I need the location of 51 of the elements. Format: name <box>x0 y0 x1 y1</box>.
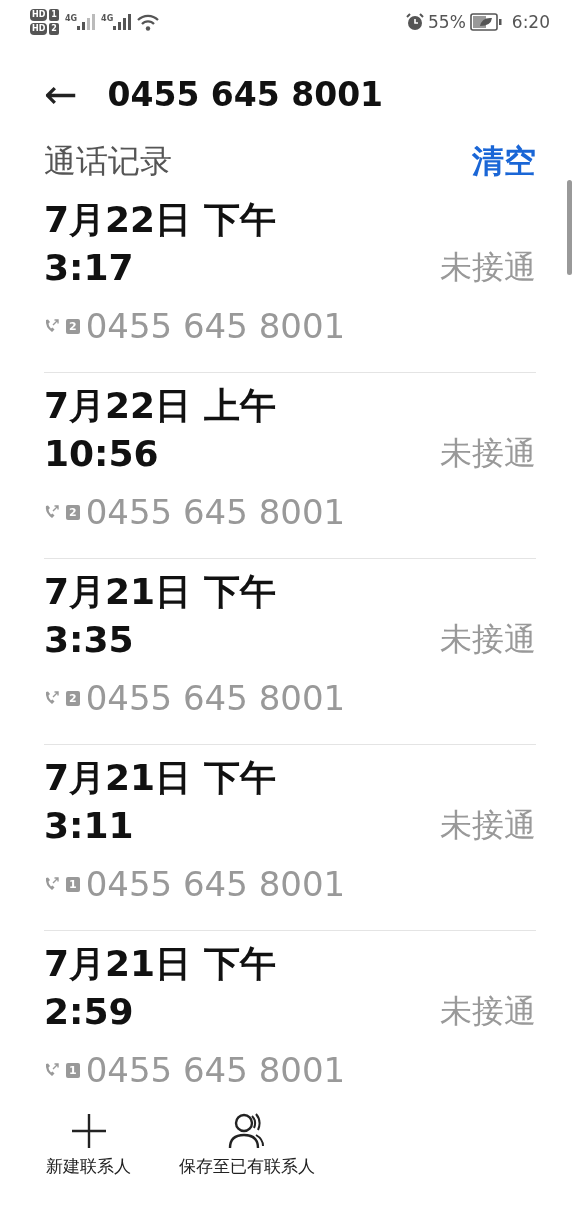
clock-time: 6:20 <box>511 12 550 32</box>
person-icon <box>227 1113 267 1149</box>
call-time: 2:59 <box>44 990 134 1034</box>
sim-slot-badge: 1 <box>66 876 80 892</box>
call-status: 未接通 <box>440 619 536 660</box>
call-number: 0455 645 8001 <box>85 306 346 346</box>
call-status: 未接通 <box>440 805 536 846</box>
signal-icon <box>77 14 96 30</box>
wifi-icon <box>137 13 160 31</box>
call-status: 未接通 <box>440 247 536 288</box>
call-number: 0455 645 8001 <box>85 864 346 904</box>
alarm-icon <box>406 13 424 31</box>
phone-number-title: 0455 645 8001 <box>107 74 384 114</box>
call-date: 7月22日 下午 <box>44 198 277 242</box>
hd-badge: HD <box>30 23 48 35</box>
call-time: 3:17 <box>44 246 134 290</box>
call-number: 0455 645 8001 <box>85 1050 346 1090</box>
sim-slot-badge: 2 <box>66 504 80 520</box>
outgoing-call-icon <box>44 690 60 706</box>
battery-icon <box>469 13 502 31</box>
call-time: 10:56 <box>44 432 159 476</box>
call-time: 3:35 <box>44 618 134 662</box>
call-status: 未接通 <box>440 991 536 1032</box>
network-type: 4G <box>101 14 114 23</box>
call-status: 未接通 <box>440 433 536 474</box>
sim-slot-badge: 1 <box>49 9 59 21</box>
new-contact-button[interactable]: 新建联系人 <box>40 1113 137 1178</box>
sim-slot-badge: 2 <box>49 23 59 35</box>
hd-badge: HD <box>30 9 48 21</box>
outgoing-call-icon <box>44 504 60 520</box>
battery-percent: 55% <box>428 12 466 32</box>
call-date: 7月21日 下午 <box>44 942 277 986</box>
call-date: 7月21日 下午 <box>44 756 277 800</box>
sim-slot-badge: 2 <box>66 318 80 334</box>
call-number: 0455 645 8001 <box>85 492 346 532</box>
signal-icon <box>113 14 132 30</box>
network-type: 4G <box>64 14 78 23</box>
outgoing-call-icon <box>44 876 60 892</box>
outgoing-call-icon <box>44 318 60 334</box>
plus-icon <box>70 1113 107 1149</box>
add-to-contact-button[interactable]: 保存至已有联系人 <box>173 1113 321 1178</box>
call-number: 0455 645 8001 <box>85 678 346 718</box>
sim-slot-badge: 1 <box>66 1062 80 1078</box>
outgoing-call-icon <box>44 1062 60 1078</box>
call-date: 7月21日 下午 <box>44 570 277 614</box>
back-button[interactable]: ← <box>44 74 78 114</box>
section-title: 通话记录 <box>44 141 172 182</box>
call-time: 3:11 <box>44 804 134 848</box>
call-date: 7月22日 上午 <box>44 384 277 428</box>
clear-button[interactable]: 清空 <box>472 140 536 184</box>
sim-slot-badge: 2 <box>66 690 80 706</box>
